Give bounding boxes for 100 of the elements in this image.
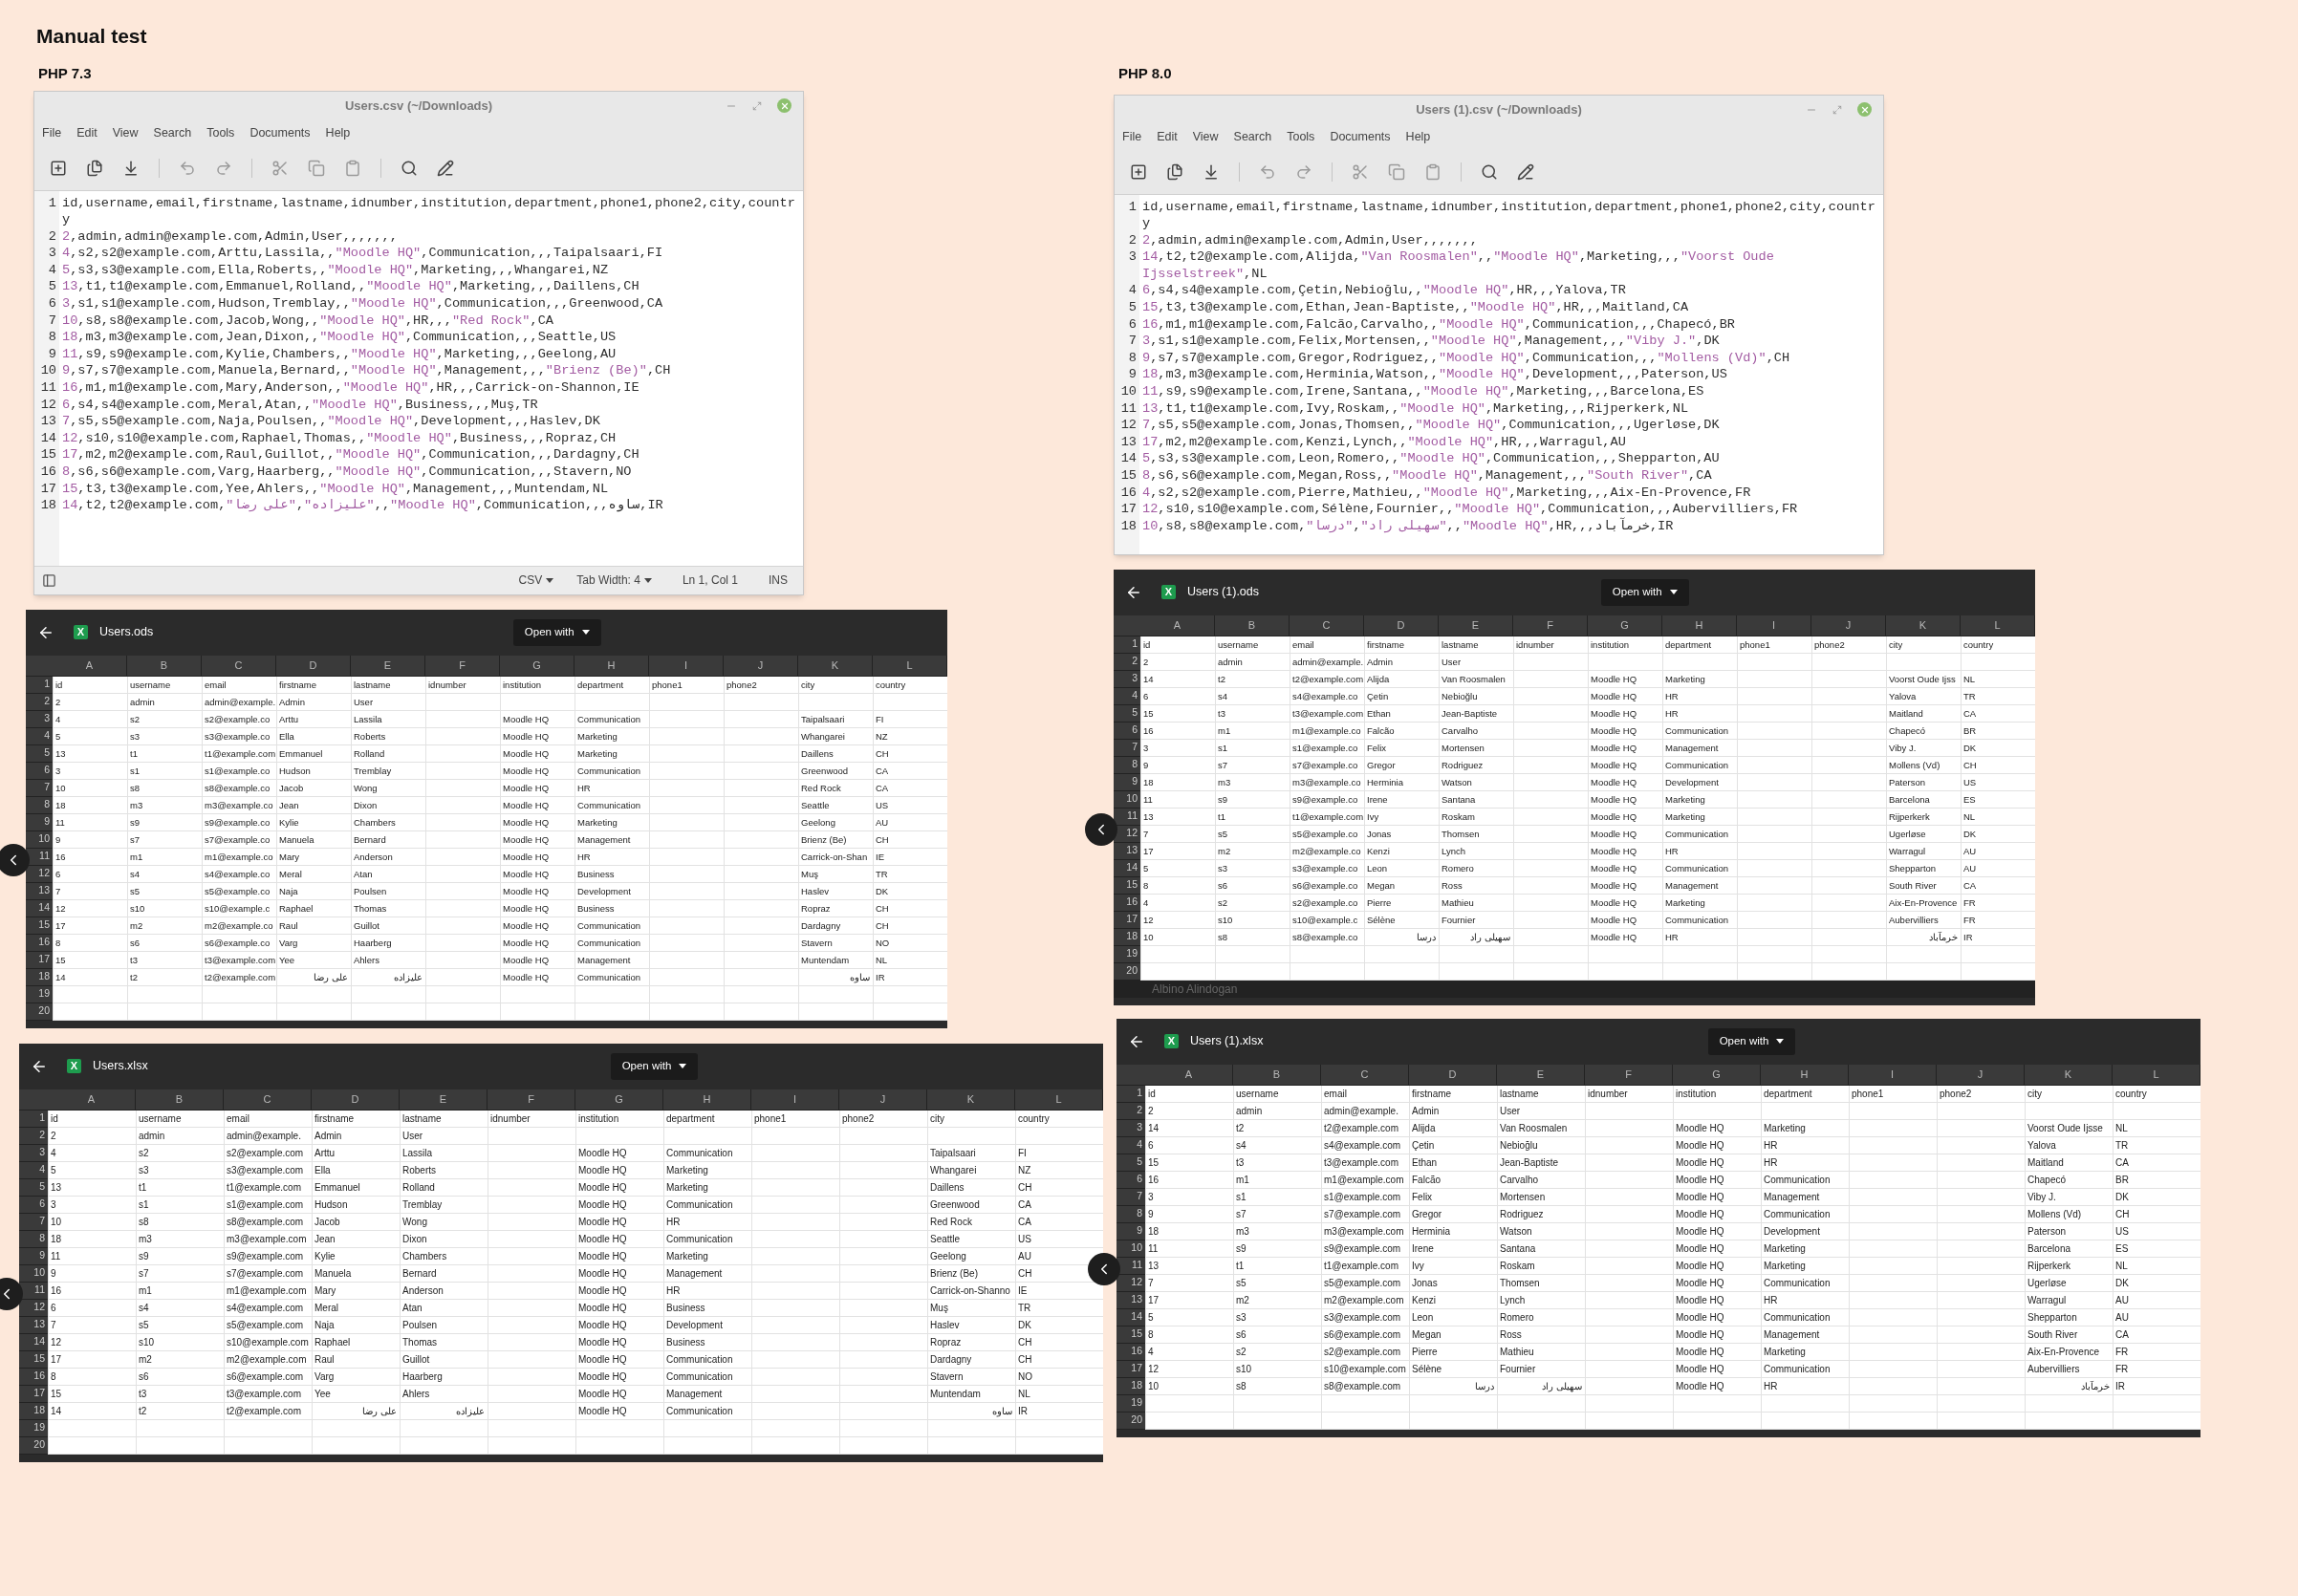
table-cell-text: Marketing: [1763, 1259, 1807, 1273]
new-document-icon[interactable]: [50, 160, 67, 177]
pencil-icon[interactable]: [1517, 163, 1534, 181]
table-cell-text: Leon: [1366, 861, 1389, 875]
paste-icon[interactable]: [344, 160, 361, 177]
table-cell-text: Development: [665, 1318, 724, 1332]
table-cell-text: Maitland: [1888, 706, 1924, 721]
language-dropdown[interactable]: CSV: [518, 572, 554, 589]
code-line: id,username,email,firstname,lastname,idnumber,institution,department,phone1,phone2,city,country: [61, 194, 796, 228]
menu-item[interactable]: View: [112, 124, 139, 142]
cut-icon[interactable]: [1352, 163, 1369, 181]
copy-icon[interactable]: [1388, 163, 1405, 181]
table-cell-text: FI: [875, 712, 885, 726]
table-cell-text: 11: [50, 1249, 62, 1263]
search-icon[interactable]: [1481, 163, 1498, 181]
table-cell-text: phone1: [1739, 637, 1771, 652]
page-title: Manual test: [36, 25, 147, 47]
table-cell-text: Moodle HQ: [577, 1387, 628, 1401]
tab-width-dropdown[interactable]: Tab Width: 4: [576, 572, 652, 589]
menu-item[interactable]: Help: [1405, 128, 1431, 146]
line-number: 11: [1119, 399, 1138, 418]
table-cell-text: Red Rock: [929, 1215, 973, 1229]
column-letter: J: [724, 655, 798, 677]
menu-item[interactable]: Documents: [249, 124, 311, 142]
column-letter: C: [1290, 615, 1364, 636]
table-cell-text: s6: [138, 1370, 150, 1384]
table-cell-text: id: [1142, 637, 1152, 652]
table-cell-text: 5: [1142, 861, 1150, 875]
table-cell-text: m1: [138, 1283, 153, 1298]
table-cell-text: institution: [502, 678, 543, 692]
table-cell-text: city: [1888, 637, 1904, 652]
previous-button[interactable]: [0, 843, 30, 876]
menu-item[interactable]: Search: [1233, 128, 1272, 146]
search-icon[interactable]: [401, 160, 418, 177]
documents-icon[interactable]: [86, 160, 103, 177]
menu-item[interactable]: Search: [153, 124, 192, 142]
undo-icon[interactable]: [1259, 163, 1276, 181]
table-cell-text: HR: [1763, 1155, 1779, 1170]
table-cell-text: Chapecó: [1888, 723, 1927, 738]
side-panel-icon[interactable]: [42, 572, 56, 588]
line-number: 16: [39, 464, 57, 481]
redo-icon[interactable]: [1295, 163, 1312, 181]
table-cell-text: Moodle HQ: [577, 1266, 628, 1281]
table-cell-text: 17: [50, 1352, 63, 1367]
table-cell-text: phone2: [841, 1111, 876, 1126]
table-cell-text: Communication: [576, 712, 641, 726]
download-icon[interactable]: [122, 160, 140, 177]
open-with-button[interactable]: Open with: [610, 1052, 699, 1080]
table-cell-text: Carvalho: [1441, 723, 1480, 738]
table-cell-text: t3: [138, 1387, 148, 1401]
previous-button[interactable]: [0, 1277, 23, 1310]
menu-item[interactable]: Edit: [76, 124, 98, 142]
table-cell-text: Emmanuel: [278, 746, 324, 761]
menu-item[interactable]: File: [1122, 128, 1142, 146]
redo-icon[interactable]: [215, 160, 232, 177]
undo-icon[interactable]: [179, 160, 196, 177]
table-cell-text: Moodle HQ: [1590, 689, 1638, 703]
menu-item[interactable]: Edit: [1157, 128, 1178, 146]
close-button[interactable]: [777, 98, 791, 113]
table-cell-text: s2: [129, 712, 141, 726]
download-icon[interactable]: [1203, 163, 1220, 181]
menu-item[interactable]: View: [1192, 128, 1219, 146]
table-cell-text: Rodriguez: [1441, 758, 1485, 772]
open-with-button[interactable]: Open with: [512, 618, 601, 646]
menu-item[interactable]: Help: [325, 124, 351, 142]
caret-icon: [581, 630, 590, 635]
maximize-icon[interactable]: [752, 100, 762, 111]
table-cell-text: Communication: [665, 1404, 734, 1418]
paste-icon[interactable]: [1424, 163, 1442, 181]
column-letter: K: [927, 1089, 1015, 1111]
table-cell-text: CH: [2114, 1207, 2131, 1221]
previous-button[interactable]: [1085, 812, 1117, 846]
menu-item[interactable]: File: [42, 124, 62, 142]
open-with-button[interactable]: Open with: [1600, 578, 1689, 606]
pencil-icon[interactable]: [437, 160, 454, 177]
menu-item[interactable]: Documents: [1330, 128, 1391, 146]
new-document-icon[interactable]: [1130, 163, 1147, 181]
open-with-button[interactable]: Open with: [1707, 1027, 1796, 1055]
table-cell-text: Ivy: [1411, 1259, 1425, 1273]
cut-icon[interactable]: [271, 160, 289, 177]
documents-icon[interactable]: [1166, 163, 1183, 181]
table-cell-text: phone2: [726, 678, 758, 692]
table-cell-text: CH: [875, 832, 890, 847]
table-cell-text: phone1: [753, 1111, 788, 1126]
table-cell-text: Admin: [278, 695, 306, 709]
table-cell-text: Communication: [1664, 723, 1729, 738]
table-cell-text: Pierre: [1366, 895, 1393, 910]
copy-icon[interactable]: [308, 160, 325, 177]
line-number: 12: [39, 396, 57, 414]
table-cell-text: Moodle HQ: [1675, 1241, 1725, 1256]
maximize-icon[interactable]: [1832, 104, 1842, 115]
table-cell-text: AU: [1962, 844, 1978, 858]
table-cell-text: s6@example.co: [1291, 878, 1359, 893]
menu-item[interactable]: Tools: [206, 124, 235, 142]
table-cell-text: Lynch: [1499, 1293, 1527, 1307]
table-cell-text: 9: [54, 832, 62, 847]
close-button[interactable]: [1857, 102, 1872, 117]
table-cell-text: s6: [1217, 878, 1229, 893]
menu-item[interactable]: Tools: [1287, 128, 1315, 146]
table-cell-text: Arttu: [278, 712, 300, 726]
